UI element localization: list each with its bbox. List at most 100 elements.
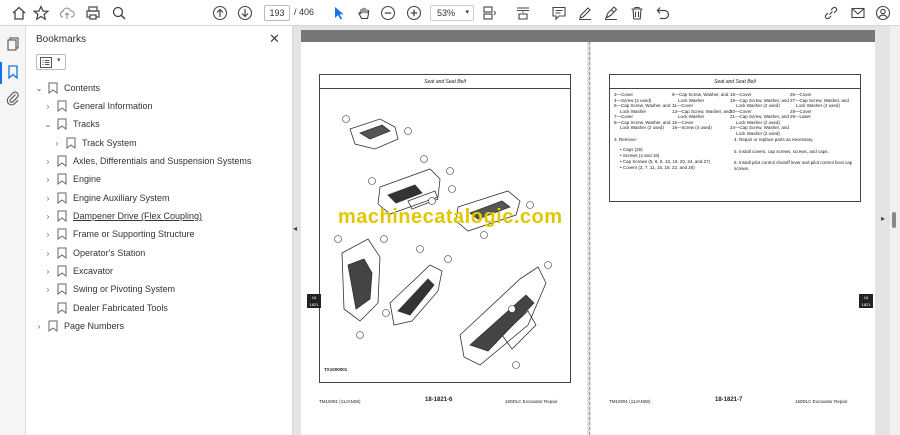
expand-toggle-icon[interactable]: ›	[43, 157, 53, 166]
undo-icon[interactable]	[654, 4, 672, 22]
bookmarks-panel: Bookmarks ✕ ▾ ⌄ Contents › General Infor…	[26, 26, 293, 435]
steps-4-to-6: 4. Repair or replace parts as necessary.…	[734, 137, 853, 171]
left-footer-title: 160DLC Excavator Repair	[505, 399, 558, 404]
search-icon[interactable]	[110, 4, 128, 22]
bookmarks-icon[interactable]	[5, 64, 21, 80]
fill-sign-icon[interactable]	[602, 4, 620, 22]
expand-toggle-icon[interactable]: ⌄	[43, 120, 53, 129]
right-page-header: Seat and Seat Belt	[609, 74, 861, 88]
bookmark-icon	[57, 100, 67, 112]
print-icon[interactable]	[84, 4, 102, 22]
star-icon[interactable]	[32, 4, 50, 22]
expand-toggle-icon[interactable]: ›	[52, 139, 62, 148]
mail-icon[interactable]	[849, 4, 867, 22]
attachments-icon[interactable]	[5, 90, 21, 106]
chevron-down-icon: ▾	[57, 57, 61, 64]
select-cursor-icon[interactable]	[330, 4, 348, 22]
bookmark-excavator[interactable]: › Excavator	[43, 263, 113, 279]
right-footer-manual: TM10091 (11JAN08)	[609, 399, 651, 404]
bookmark-icon	[57, 210, 67, 222]
bookmark-icon	[48, 320, 58, 332]
figure-id: TX1000001	[324, 367, 348, 372]
scrollbar-thumb[interactable]	[892, 212, 896, 228]
next-page-icon[interactable]	[236, 4, 254, 22]
seat-console-illustration	[334, 115, 552, 369]
parts-legend-col1: 3—Cover 4—Screw (4 used) 5—Cap Screw, Wash…	[614, 92, 671, 130]
bookmark-dampener-drive[interactable]: › Dampener Drive (Flex Coupling)	[43, 208, 202, 224]
bookmark-icon	[57, 192, 67, 204]
hand-tool-icon[interactable]	[355, 4, 373, 22]
parts-legend-col3: 18—Cover 19—Cap Screw, Washer, and Lock Wa…	[730, 92, 789, 136]
zoom-level-value: 53%	[437, 8, 456, 18]
active-indicator	[0, 62, 2, 84]
account-icon[interactable]	[874, 4, 892, 22]
bookmark-dealer-tools[interactable]: Dealer Fabricated Tools	[43, 300, 168, 316]
expand-toggle-icon[interactable]: ⌄	[34, 84, 44, 93]
bookmark-engine[interactable]: › Engine	[43, 171, 101, 187]
bookmark-operators-station[interactable]: › Operator's Station	[43, 245, 145, 261]
bookmark-icon	[57, 228, 67, 240]
right-footer-title: 160DLC Excavator Repair	[795, 399, 848, 404]
page-layout-icon[interactable]	[480, 4, 498, 22]
expand-toggle-icon[interactable]: ›	[43, 230, 53, 239]
vertical-scrollbar[interactable]	[890, 26, 900, 435]
expand-toggle-icon[interactable]: ›	[43, 175, 53, 184]
zoom-in-icon[interactable]	[405, 4, 423, 22]
section-tab-marker-left: 18 1821	[307, 294, 321, 308]
expand-toggle-icon[interactable]: ›	[34, 322, 44, 331]
expand-toggle-icon[interactable]: ›	[43, 194, 53, 203]
bookmark-frame[interactable]: › Frame or Supporting Structure	[43, 226, 195, 242]
bookmark-contents[interactable]: ⌄ Contents	[34, 80, 100, 96]
delete-icon[interactable]	[628, 4, 646, 22]
main-toolbar: 193 / 406 53% ▾	[0, 0, 900, 26]
bookmark-page-numbers[interactable]: › Page Numbers	[34, 318, 124, 334]
zoom-level-select[interactable]: 53% ▾	[430, 5, 474, 21]
expand-toggle-icon[interactable]: ›	[43, 102, 53, 111]
bookmark-icon	[57, 155, 67, 167]
section-tab-marker-right: 18 1821	[859, 294, 873, 308]
home-icon[interactable]	[10, 4, 28, 22]
bookmark-icon	[66, 137, 76, 149]
bookmark-swing-system[interactable]: › Swing or Pivoting System	[43, 281, 175, 297]
expand-toggle-icon[interactable]: ›	[43, 267, 53, 276]
zoom-out-icon[interactable]	[379, 4, 397, 22]
close-icon[interactable]: ✕	[269, 31, 280, 47]
bookmark-icon	[57, 265, 67, 277]
bookmark-icon	[57, 118, 67, 130]
previous-page-icon[interactable]	[211, 4, 229, 22]
cloud-upload-icon[interactable]	[58, 4, 76, 22]
bookmark-options-button[interactable]: ▾	[36, 54, 66, 70]
page-number-input[interactable]: 193	[264, 5, 290, 21]
bookmark-general-information[interactable]: › General Information	[43, 98, 153, 114]
left-footer-page-number: 18-1821-6	[425, 397, 453, 403]
highlight-pen-icon[interactable]	[576, 4, 594, 22]
left-navigation-rail	[0, 26, 26, 435]
parts-legend-col4: 26—Cover 27—Cap Screw, Washer, and Lock Wa…	[790, 92, 849, 119]
bookmark-axles[interactable]: › Axles, Differentials and Suspension Sy…	[43, 153, 251, 169]
bookmark-icon	[57, 173, 67, 185]
pdf-page-left: Seat and Seat Belt TX1000001 TM10091 (11…	[301, 42, 587, 435]
scrolling-mode-icon[interactable]	[514, 4, 532, 22]
list-options-icon	[40, 57, 52, 68]
parts-instructions-box: 3—Cover 4—Screw (4 used) 5—Cap Screw, Wash…	[609, 88, 861, 202]
comment-icon[interactable]	[550, 4, 568, 22]
watermark-text: machinecatalogic.com	[338, 206, 563, 228]
expand-toggle-icon[interactable]: ›	[43, 285, 53, 294]
step-3-remove: 3. Remove: • Caps (29) • Screws (4 and 1…	[614, 137, 711, 170]
pdf-page-right: Seat and Seat Belt 3—Cover 4—Screw (4 use…	[591, 42, 875, 435]
bookmark-icon	[57, 247, 67, 259]
bookmark-icon	[57, 283, 67, 295]
bookmark-icon	[48, 82, 58, 94]
expand-toggle-icon[interactable]: ›	[43, 212, 53, 221]
expand-toggle-icon[interactable]: ›	[43, 249, 53, 258]
page-separator	[589, 42, 590, 435]
exploded-view-figure: TX1000001	[319, 88, 571, 383]
page-thumbnails-icon[interactable]	[5, 36, 21, 52]
bookmark-engine-auxiliary[interactable]: › Engine Auxiliary System	[43, 190, 170, 206]
panel-collapse-arrow-icon[interactable]: ◂	[293, 224, 297, 233]
document-viewport[interactable]: ◂ Seat and Seat Belt TX1000001 TM10091 (…	[293, 26, 900, 435]
bookmark-track-system[interactable]: › Track System	[52, 135, 137, 151]
bookmark-tracks[interactable]: ⌄ Tracks	[43, 116, 100, 132]
share-link-icon[interactable]	[822, 4, 840, 22]
scroll-right-arrow-icon[interactable]: ▸	[881, 214, 885, 223]
